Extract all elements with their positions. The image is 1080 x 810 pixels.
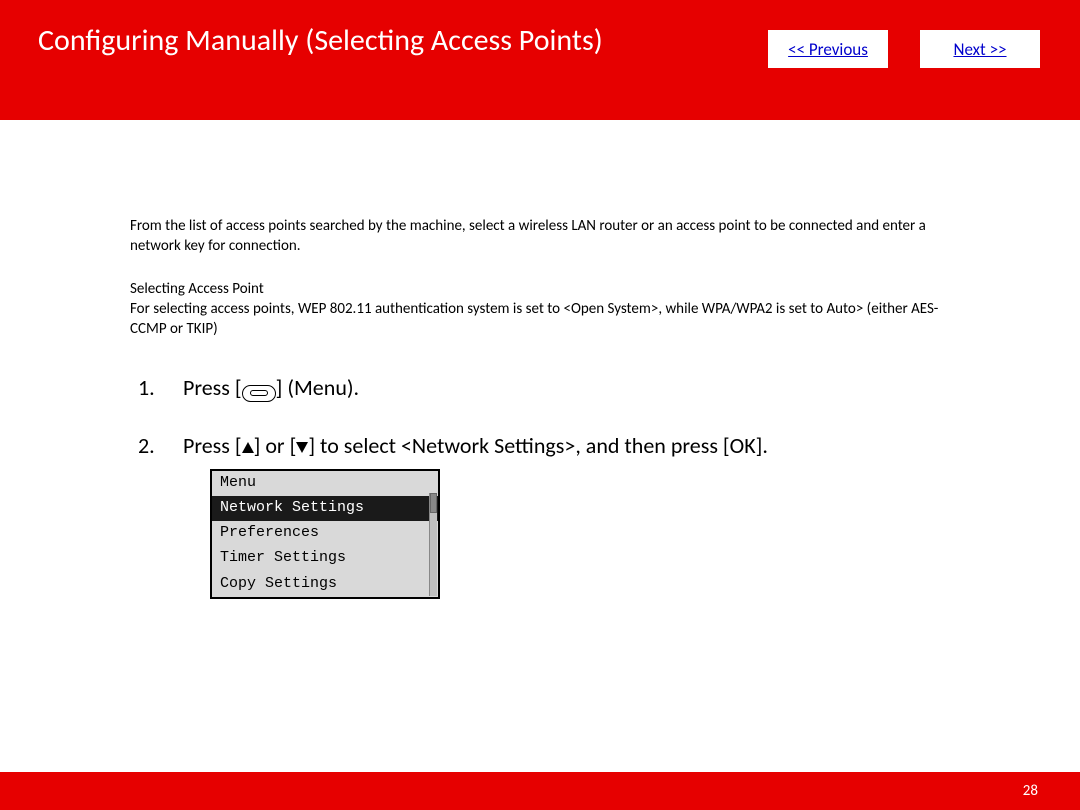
lcd-scrollbar — [429, 493, 437, 596]
step-list: Press [ ] (Menu). Press [ ] or [ ] to selec… — [130, 373, 950, 599]
step2-mid: ] or [ — [254, 432, 297, 459]
step2-prefix: Press [ — [183, 432, 242, 459]
lcd-item-copy-settings: Copy Settings — [212, 572, 438, 597]
page-footer: 28 — [0, 772, 1080, 810]
step1-suffix: ] (Menu). — [276, 374, 360, 401]
lcd-item-preferences: Preferences — [212, 521, 438, 546]
next-link[interactable]: Next >> — [953, 39, 1006, 60]
step2-suffix: ] to select <Network Settings>, and then… — [308, 432, 768, 459]
previous-button[interactable]: << Previous — [768, 30, 888, 68]
lcd-screenshot: Menu Network Settings Preferences Timer … — [210, 469, 440, 599]
lcd-item-timer-settings: Timer Settings — [212, 546, 438, 571]
lcd-item-network-settings: Network Settings — [212, 496, 438, 521]
step1-prefix: Press [ — [183, 374, 242, 401]
lcd-title-row: Menu — [212, 471, 438, 496]
step-2: Press [ ] or [ ] to select <Network Settin… — [130, 431, 950, 599]
page-number: 28 — [1023, 782, 1038, 800]
menu-button-icon — [242, 385, 276, 402]
down-arrow-icon — [296, 442, 308, 453]
previous-link[interactable]: << Previous — [788, 39, 868, 60]
sub-paragraph: For selecting access points, WEP 802.11 … — [130, 299, 950, 340]
sub-heading: Selecting Access Point — [130, 279, 950, 299]
step-1: Press [ ] (Menu). — [130, 373, 950, 403]
intro-paragraph: From the list of access points searched … — [130, 216, 950, 257]
page-header: Configuring Manually (Selecting Access P… — [0, 0, 1080, 120]
nav-buttons: << Previous Next >> — [768, 30, 1040, 68]
next-button[interactable]: Next >> — [920, 30, 1040, 68]
content-area: From the list of access points searched … — [0, 120, 1080, 599]
up-arrow-icon — [242, 442, 254, 453]
lcd-scrollbar-thumb — [430, 493, 437, 513]
